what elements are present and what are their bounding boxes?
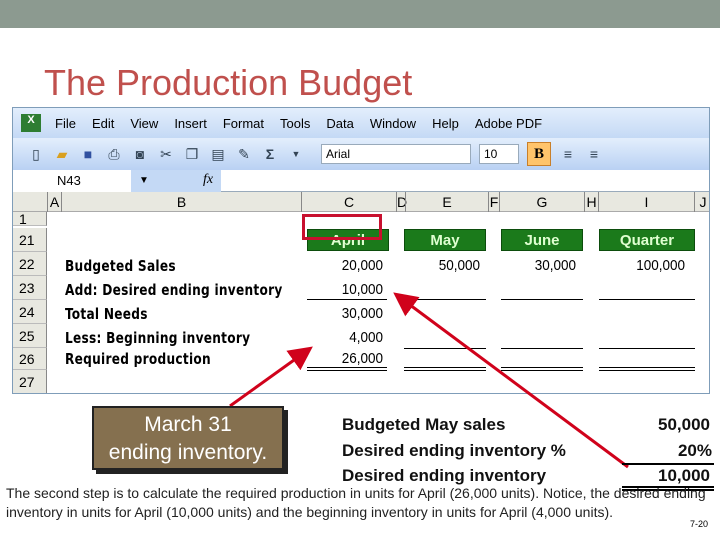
callout-line1: March 31 xyxy=(144,413,232,436)
slide-footer-text: The second step is to calculate the requ… xyxy=(6,485,706,520)
calc-label-may-sales: Budgeted May sales xyxy=(342,415,506,434)
page-number: 7-20 xyxy=(690,519,709,529)
calc-label-ending-inventory: Desired ending inventory xyxy=(342,466,547,485)
calc-value-ending-inventory: 10,000 xyxy=(658,466,710,485)
calc-value-may-sales: 50,000 xyxy=(658,415,710,434)
arrow-to-beginning-inventory xyxy=(229,346,313,408)
callout-line2: ending inventory. xyxy=(108,441,268,464)
callout-box: March 31 ending inventory. xyxy=(92,406,284,470)
calc-underline xyxy=(622,463,714,465)
calc-label-inventory-pct: Desired ending inventory % xyxy=(342,441,566,460)
calc-value-inventory-pct: 20% xyxy=(677,441,712,460)
